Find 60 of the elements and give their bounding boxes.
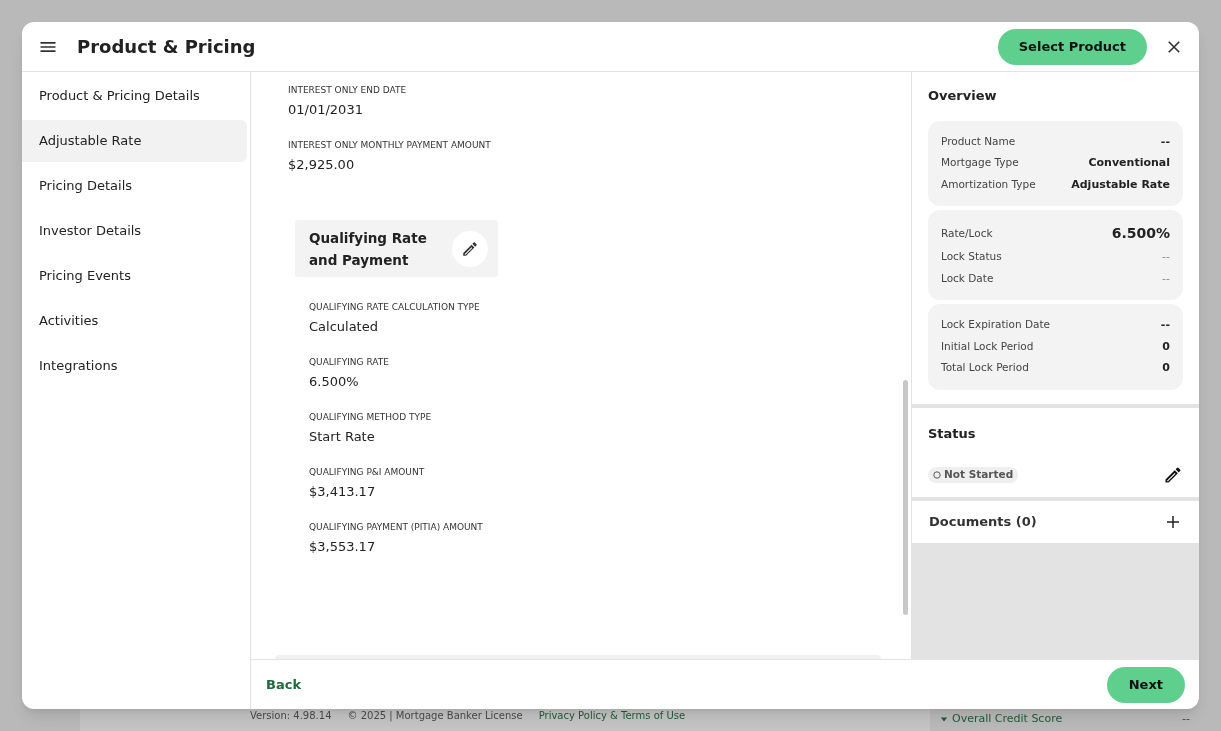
overview-value: 0: [1162, 338, 1170, 355]
field-label: QUALIFYING PAYMENT (PITIA) AMOUNT: [309, 522, 484, 533]
overview-label: Rate/Lock: [941, 225, 993, 241]
overview-label: Lock Status: [941, 249, 1002, 265]
overview-title: Overview: [928, 87, 998, 105]
overview-value: --: [1162, 249, 1170, 265]
field-value: 01/01/2031: [288, 102, 364, 118]
nav-item[interactable]: Product & Pricing Details: [22, 75, 247, 117]
overview-label: Mortgage Type: [941, 155, 1019, 171]
overview-value: 6.500%: [1111, 224, 1170, 243]
pencil-icon: [461, 239, 479, 258]
field-value: $3,553.17: [309, 539, 377, 555]
overview-label: Product Name: [941, 133, 1016, 149]
caret-icon: [940, 714, 948, 723]
next-button[interactable]: Next: [1106, 666, 1185, 703]
credit-score-value: --: [1182, 712, 1190, 725]
nav-item[interactable]: Activities: [22, 300, 247, 342]
overview-value: --: [1160, 133, 1170, 150]
overview-label: Lock Date: [941, 270, 994, 286]
back-button[interactable]: Back: [266, 674, 302, 695]
documents-title: Documents (0): [929, 513, 1037, 532]
field-label: QUALIFYING RATE: [309, 357, 390, 368]
overview-label: Total Lock Period: [941, 360, 1029, 376]
overview-label: Amortization Type: [941, 176, 1036, 192]
version-text: Version: 4.98.14: [250, 710, 332, 722]
overview-value: 0: [1162, 360, 1170, 376]
nav-item[interactable]: Adjustable Rate: [22, 120, 247, 162]
overview-label: Initial Lock Period: [941, 338, 1034, 354]
nav-item[interactable]: Pricing Events: [22, 255, 247, 297]
status-title: Status: [928, 424, 977, 443]
field-label: INTEREST ONLY END DATE: [288, 85, 408, 96]
field-value: Calculated: [309, 319, 379, 335]
nav-item[interactable]: Integrations: [22, 345, 247, 387]
copyright-text: © 2025 | Mortgage Banker License: [347, 710, 523, 722]
circle-icon: [933, 471, 941, 479]
credit-score-label: Overall Credit Score: [952, 712, 1063, 725]
field-label: QUALIFYING RATE CALCULATION TYPE: [309, 302, 481, 313]
edit-button[interactable]: [452, 230, 488, 267]
nav-item[interactable]: Investor Details: [22, 210, 247, 252]
field-value: $2,925.00: [288, 157, 356, 173]
scrollbar[interactable]: [903, 380, 908, 615]
overview-label: Lock Expiration Date: [941, 317, 1050, 333]
privacy-link[interactable]: Privacy Policy & Terms of Use: [538, 710, 686, 722]
field-value: Start Rate: [309, 429, 376, 445]
overview-value: Conventional: [1088, 155, 1170, 171]
field-value: $3,413.17: [309, 484, 377, 500]
select-product-button[interactable]: Select Product: [997, 28, 1147, 65]
field-label: INTEREST ONLY MONTHLY PAYMENT AMOUNT: [288, 140, 492, 151]
field-value: 6.500%: [309, 374, 360, 390]
add-icon[interactable]: [1164, 513, 1182, 531]
status-text: Not Started: [944, 467, 1014, 483]
overview-value: --: [1162, 270, 1170, 287]
section-title: Qualifying Rate and Payment: [309, 228, 428, 270]
nav-item[interactable]: Pricing Details: [22, 165, 247, 207]
field-label: QUALIFYING P&I AMOUNT: [309, 467, 426, 478]
edit-icon: [1163, 465, 1183, 485]
overview-value: Adjustable Rate: [1071, 176, 1170, 193]
field-label: QUALIFYING METHOD TYPE: [309, 412, 433, 423]
overview-value: --: [1160, 317, 1170, 333]
dialog-title: Product & Pricing: [77, 35, 256, 59]
